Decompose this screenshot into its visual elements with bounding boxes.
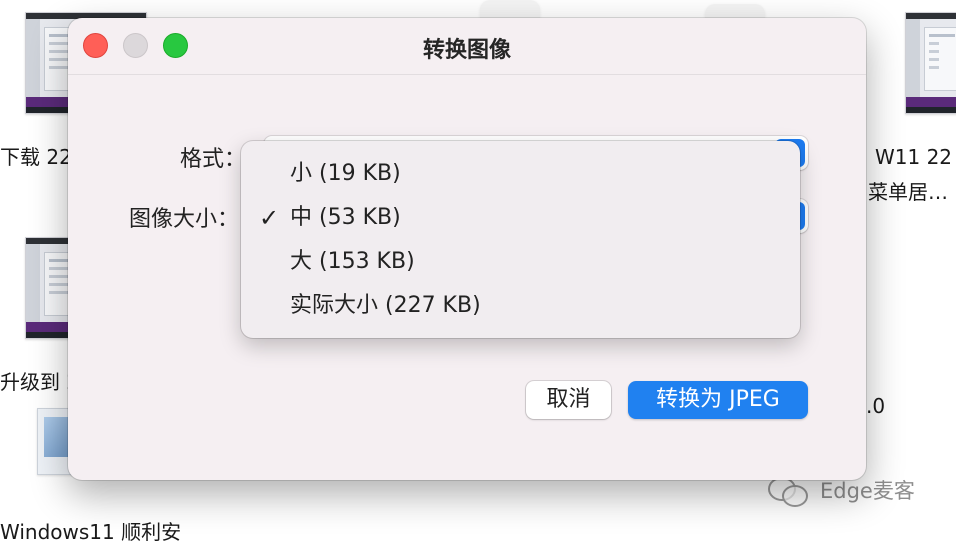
menu-item-label: 小 (19 KB): [290, 161, 401, 186]
menu-item-label: 中 (53 KB): [290, 205, 401, 230]
image-size-menu: 小 (19 KB) ✓ 中 (53 KB) 大 (153 KB) 实际大小 (2…: [241, 141, 800, 338]
title-bar: 转换图像: [68, 18, 866, 75]
dialog-title: 转换图像: [422, 38, 511, 63]
desktop-file-label[interactable]: 菜单居…: [868, 180, 948, 204]
desktop-file-label[interactable]: .0: [866, 394, 885, 418]
convert-to-jpeg-button[interactable]: 转换为 JPEG: [628, 381, 808, 419]
menu-item-large[interactable]: 大 (153 KB): [241, 240, 800, 284]
desktop-file-label[interactable]: Windows11 顺利安: [0, 520, 181, 544]
menu-item-label: 实际大小 (227 KB): [290, 293, 481, 318]
desktop-file-label[interactable]: W11 22: [875, 145, 952, 169]
image-size-label: 图像大小：: [129, 207, 240, 232]
cancel-button[interactable]: 取消: [526, 381, 611, 419]
menu-item-small[interactable]: 小 (19 KB): [241, 152, 800, 196]
desktop-file-label[interactable]: 下载 22: [0, 145, 72, 169]
menu-item-actual-size[interactable]: 实际大小 (227 KB): [241, 284, 800, 328]
desktop-file-thumbnail[interactable]: [905, 12, 956, 114]
desktop-file-icon[interactable]: [705, 4, 765, 18]
format-label: 格式：: [180, 147, 247, 172]
menu-item-medium[interactable]: ✓ 中 (53 KB): [241, 196, 800, 240]
menu-item-label: 大 (153 KB): [290, 249, 415, 274]
desktop-file-icon[interactable]: [480, 0, 540, 18]
checkmark-icon: ✓: [259, 204, 280, 232]
